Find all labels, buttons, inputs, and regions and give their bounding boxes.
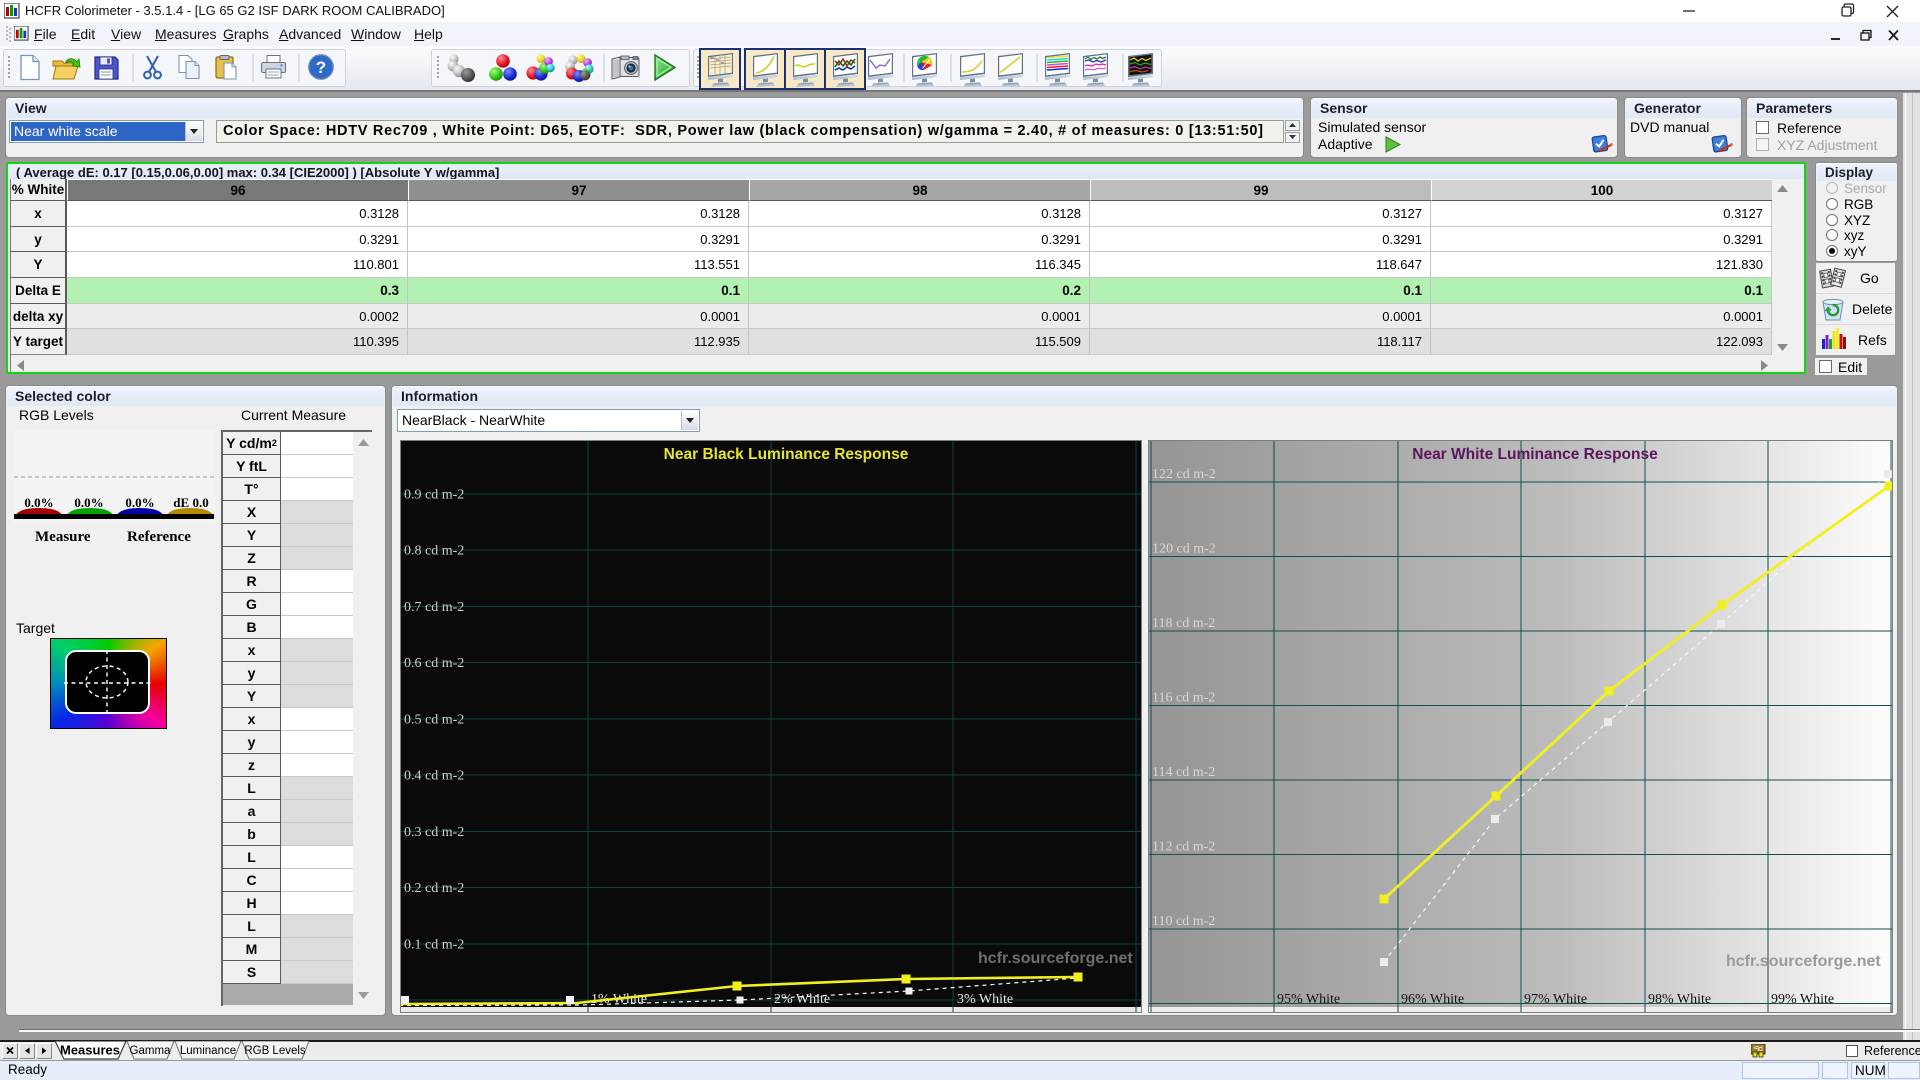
svg-text:122 cd m-2: 122 cd m-2 bbox=[1152, 467, 1216, 482]
svg-text:0.8 cd m-2: 0.8 cd m-2 bbox=[404, 544, 464, 559]
svg-text:dE 0.0: dE 0.0 bbox=[173, 495, 208, 510]
svg-text:Measures: Measures bbox=[60, 1043, 120, 1058]
svg-text:0.0%: 0.0% bbox=[24, 495, 53, 510]
svg-text:99% White: 99% White bbox=[1771, 992, 1834, 1007]
svg-text:114 cd m-2: 114 cd m-2 bbox=[1152, 765, 1215, 780]
svg-text:95% White: 95% White bbox=[1277, 992, 1340, 1007]
svg-text:3% White: 3% White bbox=[957, 992, 1013, 1007]
svg-text:2% White: 2% White bbox=[774, 992, 830, 1007]
svg-text:0.0%: 0.0% bbox=[74, 495, 103, 510]
svg-text:116 cd m-2: 116 cd m-2 bbox=[1152, 691, 1215, 706]
svg-text:0.5 cd m-2: 0.5 cd m-2 bbox=[404, 713, 464, 728]
svg-text:0.1 cd m-2: 0.1 cd m-2 bbox=[404, 938, 464, 953]
svg-text:0.3 cd m-2: 0.3 cd m-2 bbox=[404, 825, 464, 840]
svg-text:0.4 cd m-2: 0.4 cd m-2 bbox=[404, 769, 464, 784]
svg-text:0.7 cd m-2: 0.7 cd m-2 bbox=[404, 600, 464, 615]
svg-text:Gamma: Gamma bbox=[130, 1045, 172, 1057]
svg-text:hcfr.sourceforge.net: hcfr.sourceforge.net bbox=[978, 950, 1133, 967]
svg-text:0.6 cd m-2: 0.6 cd m-2 bbox=[404, 656, 464, 671]
svg-text:0.9 cd m-2: 0.9 cd m-2 bbox=[404, 488, 464, 503]
svg-text:RGB Levels: RGB Levels bbox=[244, 1045, 306, 1057]
svg-text:97% White: 97% White bbox=[1524, 992, 1587, 1007]
svg-text:98% White: 98% White bbox=[1648, 992, 1711, 1007]
svg-text:96% White: 96% White bbox=[1401, 992, 1464, 1007]
svg-text:0.0%: 0.0% bbox=[125, 495, 154, 510]
svg-text:120 cd m-2: 120 cd m-2 bbox=[1152, 542, 1216, 557]
svg-text:118 cd m-2: 118 cd m-2 bbox=[1152, 616, 1215, 631]
svg-text:Luminance: Luminance bbox=[180, 1045, 236, 1057]
svg-text:0.2 cd m-2: 0.2 cd m-2 bbox=[404, 881, 464, 896]
svg-text:hcfr.sourceforge.net: hcfr.sourceforge.net bbox=[1726, 953, 1881, 970]
svg-text:?: ? bbox=[316, 58, 326, 77]
svg-text:Near White Luminance Response: Near White Luminance Response bbox=[1412, 446, 1658, 463]
svg-text:110 cd m-2: 110 cd m-2 bbox=[1152, 914, 1215, 929]
svg-text:Near Black Luminance Response: Near Black Luminance Response bbox=[664, 446, 909, 463]
svg-text:112 cd m-2: 112 cd m-2 bbox=[1152, 840, 1215, 855]
